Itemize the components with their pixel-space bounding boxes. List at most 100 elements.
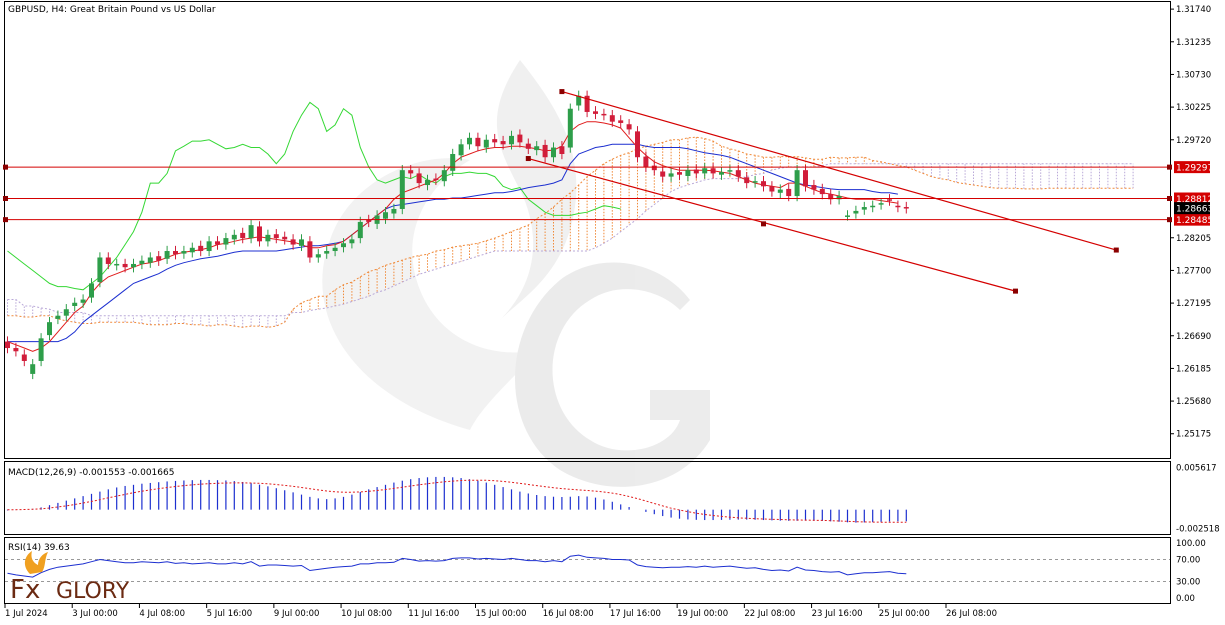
price-tick-label: 1.27195	[1176, 299, 1211, 309]
time-tick-label: 15 Jul 00:00	[476, 609, 527, 619]
channel-anchor	[1113, 247, 1119, 253]
level-anchor-left	[3, 217, 8, 223]
time-tick-label: 9 Jul 00:00	[274, 609, 320, 619]
rsi-tick-label: 0.00	[1176, 594, 1195, 604]
candle-body	[5, 341, 10, 349]
candle-body	[248, 225, 254, 239]
price-tick-label: 1.29720	[1176, 136, 1211, 146]
time-tick-label: 10 Jul 08:00	[341, 609, 392, 619]
candle-body	[517, 134, 523, 143]
candle-body	[811, 185, 817, 190]
candle-body	[735, 170, 741, 177]
candle-body	[618, 120, 624, 123]
candle-body	[870, 205, 876, 208]
candle-body	[257, 226, 262, 242]
candle-body	[72, 302, 78, 306]
level-anchor-left	[3, 196, 8, 202]
candle-body	[299, 239, 304, 246]
candle-body	[803, 170, 808, 187]
chart-background	[0, 0, 1225, 625]
candle-body	[215, 241, 220, 245]
candle-body	[47, 322, 52, 336]
candle-body	[332, 247, 338, 252]
logo-glory: GLORY	[56, 579, 130, 604]
level-anchor-right	[1167, 164, 1172, 170]
candle-body	[534, 146, 540, 151]
candle-body	[450, 154, 456, 171]
candle-body	[315, 254, 321, 258]
candle-body	[609, 115, 615, 122]
time-tick-label: 26 Jul 08:00	[946, 609, 997, 619]
candle-body	[131, 263, 136, 268]
price-chart: 1.292971.288121.284851.28663 1.317401.31…	[0, 0, 1225, 625]
candle-body	[677, 172, 682, 175]
candle-body	[408, 170, 414, 174]
price-tick-label: 1.25175	[1176, 430, 1211, 440]
candle-body	[685, 170, 691, 176]
candle-body	[769, 186, 775, 192]
candle-body	[147, 257, 153, 263]
candle-body	[542, 144, 548, 158]
candle-body	[559, 146, 565, 154]
price-tick-label: 1.30730	[1176, 70, 1211, 80]
candle-body	[383, 212, 388, 219]
price-tick-label: 1.30225	[1176, 103, 1211, 113]
candle-body	[626, 124, 632, 130]
candle-body	[206, 241, 212, 252]
candle-body	[89, 283, 94, 298]
time-tick-label: 17 Jul 16:00	[610, 609, 661, 619]
time-tick-label: 5 Jul 16:00	[207, 609, 253, 619]
macd-tick-label: 0.005617	[1176, 463, 1217, 473]
price-tick-label: 1.25680	[1176, 397, 1211, 407]
candle-body	[105, 257, 111, 264]
candle-body	[366, 219, 372, 222]
candle-body	[635, 131, 640, 158]
candle-body	[181, 251, 187, 254]
time-tick-label: 19 Jul 00:00	[677, 609, 728, 619]
candle-body	[719, 172, 724, 175]
candle-body	[483, 139, 489, 148]
candle-body	[391, 208, 397, 214]
macd-label: MACD(12,26,9) -0.001553 -0.001665	[8, 468, 174, 478]
candle-body	[357, 221, 363, 239]
price-tick-label: 1.26690	[1176, 332, 1211, 342]
rsi-tick-label: 70.00	[1176, 556, 1200, 566]
candle-body	[752, 181, 758, 183]
price-tick-label: 1.31235	[1176, 38, 1211, 48]
level-price-label: 1.29297	[1176, 164, 1213, 174]
candle-body	[593, 111, 598, 114]
time-tick-label: 22 Jul 08:00	[744, 609, 795, 619]
candle-body	[189, 247, 195, 253]
time-tick-label: 16 Jul 08:00	[543, 609, 594, 619]
candle-body	[819, 188, 825, 195]
candle-body	[156, 256, 162, 261]
candle-body	[290, 239, 296, 245]
candle-body	[433, 178, 439, 181]
candle-body	[198, 245, 204, 252]
candle-body	[425, 179, 430, 186]
candle-body	[551, 147, 556, 158]
candle-body	[761, 181, 766, 187]
candle-body	[114, 263, 120, 266]
candle-body	[509, 135, 514, 145]
candle-body	[475, 137, 481, 147]
candle-body	[744, 177, 750, 184]
candle-body	[80, 299, 86, 303]
time-tick-label: 4 Jul 08:00	[139, 609, 185, 619]
candle-body	[21, 354, 27, 361]
level-anchor-right	[1167, 217, 1172, 223]
candle-body	[282, 236, 288, 240]
candle-body	[307, 241, 313, 258]
price-tick-label: 1.27700	[1176, 266, 1211, 276]
logo-fx: Fx	[10, 575, 40, 605]
candle-body	[895, 205, 901, 208]
level-price-label: 1.28485	[1176, 216, 1213, 226]
candle-body	[63, 309, 69, 316]
channel-anchor	[559, 89, 565, 95]
candle-body	[794, 170, 800, 197]
candle-body	[660, 171, 666, 177]
time-tick-label: 11 Jul 16:00	[408, 609, 459, 619]
candle-body	[878, 203, 884, 205]
candle-body	[97, 257, 103, 283]
candle-body	[13, 348, 19, 352]
